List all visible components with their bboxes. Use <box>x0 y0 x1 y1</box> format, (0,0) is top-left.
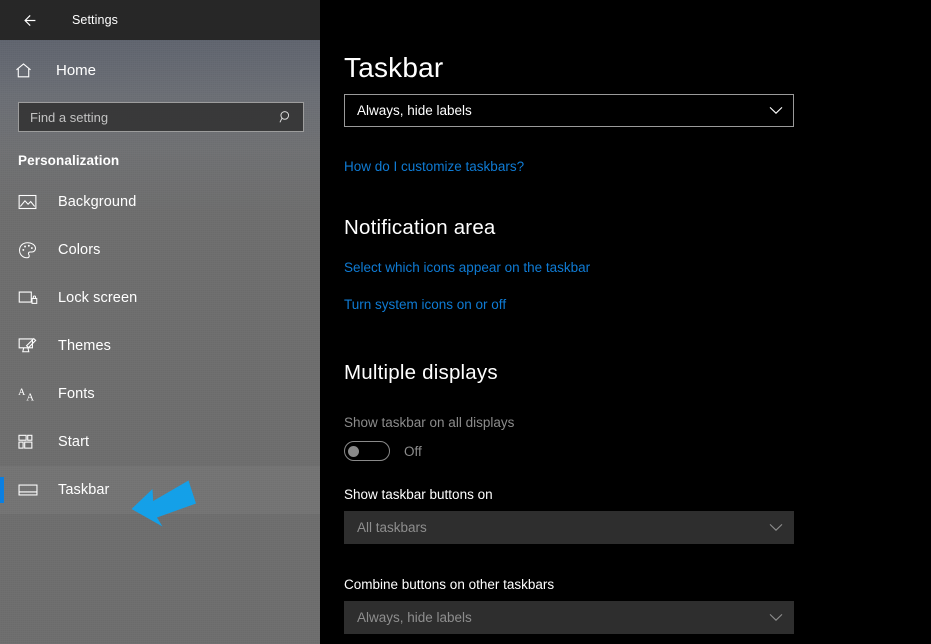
sidebar-item-colors[interactable]: Colors <box>0 226 320 274</box>
sidebar-nav: Background Colors Lock screen Themes A A… <box>0 178 320 514</box>
page-title: Taskbar <box>344 52 444 83</box>
search-input[interactable] <box>30 109 278 125</box>
sidebar-item-label: Fonts <box>58 386 95 402</box>
search-icon <box>278 109 297 125</box>
chevron-down-icon <box>769 106 783 115</box>
sidebar-item-start[interactable]: Start <box>0 418 320 466</box>
sidebar-item-home[interactable]: Home <box>0 48 320 92</box>
combine-other-taskbars-value: Always, hide labels <box>357 610 472 625</box>
sidebar-item-themes[interactable]: Themes <box>0 322 320 370</box>
sidebar-item-label: Background <box>58 194 137 210</box>
start-tiles-icon <box>18 432 42 452</box>
chevron-down-icon <box>769 613 783 622</box>
fonts-icon: A A <box>18 384 42 404</box>
home-icon <box>14 61 40 80</box>
svg-text:A: A <box>26 391 34 402</box>
sidebar-item-lock-screen[interactable]: Lock screen <box>0 274 320 322</box>
toggle-knob <box>348 445 359 457</box>
system-icons-link[interactable]: Turn system icons on or off <box>344 297 506 312</box>
sidebar-item-label: Taskbar <box>58 482 110 498</box>
customize-taskbars-link[interactable]: How do I customize taskbars? <box>344 159 524 174</box>
window-titlebar: Settings <box>0 0 320 40</box>
sidebar-item-label: Themes <box>58 338 111 354</box>
sidebar-item-label: Lock screen <box>58 290 138 306</box>
settings-window: Settings Home Find a setting Personaliza… <box>0 0 931 644</box>
show-on-all-displays-toggle-row: Off <box>344 441 931 461</box>
back-button[interactable] <box>14 5 44 35</box>
combine-other-taskbars-label: Combine buttons on other taskbars <box>344 577 555 592</box>
back-arrow-icon <box>23 14 35 26</box>
show-on-all-displays-label: Show taskbar on all displays <box>344 415 515 430</box>
combine-other-taskbars-dropdown[interactable]: Always, hide labels <box>344 601 794 634</box>
sidebar-item-label: Colors <box>58 242 101 258</box>
show-taskbar-buttons-label: Show taskbar buttons on <box>344 487 493 502</box>
combine-buttons-value: Always, hide labels <box>357 103 472 118</box>
toggle-state-label: Off <box>404 443 422 459</box>
image-icon <box>18 192 42 212</box>
svg-text:A: A <box>18 387 26 398</box>
settings-sidebar: Settings Home Find a setting Personaliza… <box>0 0 320 644</box>
combine-buttons-dropdown[interactable]: Always, hide labels <box>344 94 794 127</box>
show-taskbar-buttons-dropdown[interactable]: All taskbars <box>344 511 794 544</box>
notification-area-heading: Notification area <box>344 216 496 239</box>
show-taskbar-buttons-value: All taskbars <box>357 520 427 535</box>
search-box[interactable] <box>18 102 304 132</box>
themes-icon <box>18 336 42 356</box>
taskbar-icon <box>18 480 42 500</box>
window-title: Settings <box>72 13 118 27</box>
lock-screen-icon <box>18 288 42 308</box>
sidebar-group-label: Personalization <box>18 153 120 168</box>
multiple-displays-heading: Multiple displays <box>344 361 498 384</box>
sidebar-item-fonts[interactable]: A A Fonts <box>0 370 320 418</box>
sidebar-item-taskbar[interactable]: Taskbar <box>0 466 320 514</box>
settings-content: Taskbar Always, hide labels How do I cus… <box>320 0 931 644</box>
chevron-down-icon <box>769 523 783 532</box>
sidebar-item-background[interactable]: Background <box>0 178 320 226</box>
palette-icon <box>18 240 42 260</box>
sidebar-item-label: Start <box>58 434 90 450</box>
show-on-all-displays-toggle[interactable] <box>344 441 390 461</box>
select-icons-link[interactable]: Select which icons appear on the taskbar <box>344 260 590 275</box>
home-label: Home <box>56 61 97 79</box>
